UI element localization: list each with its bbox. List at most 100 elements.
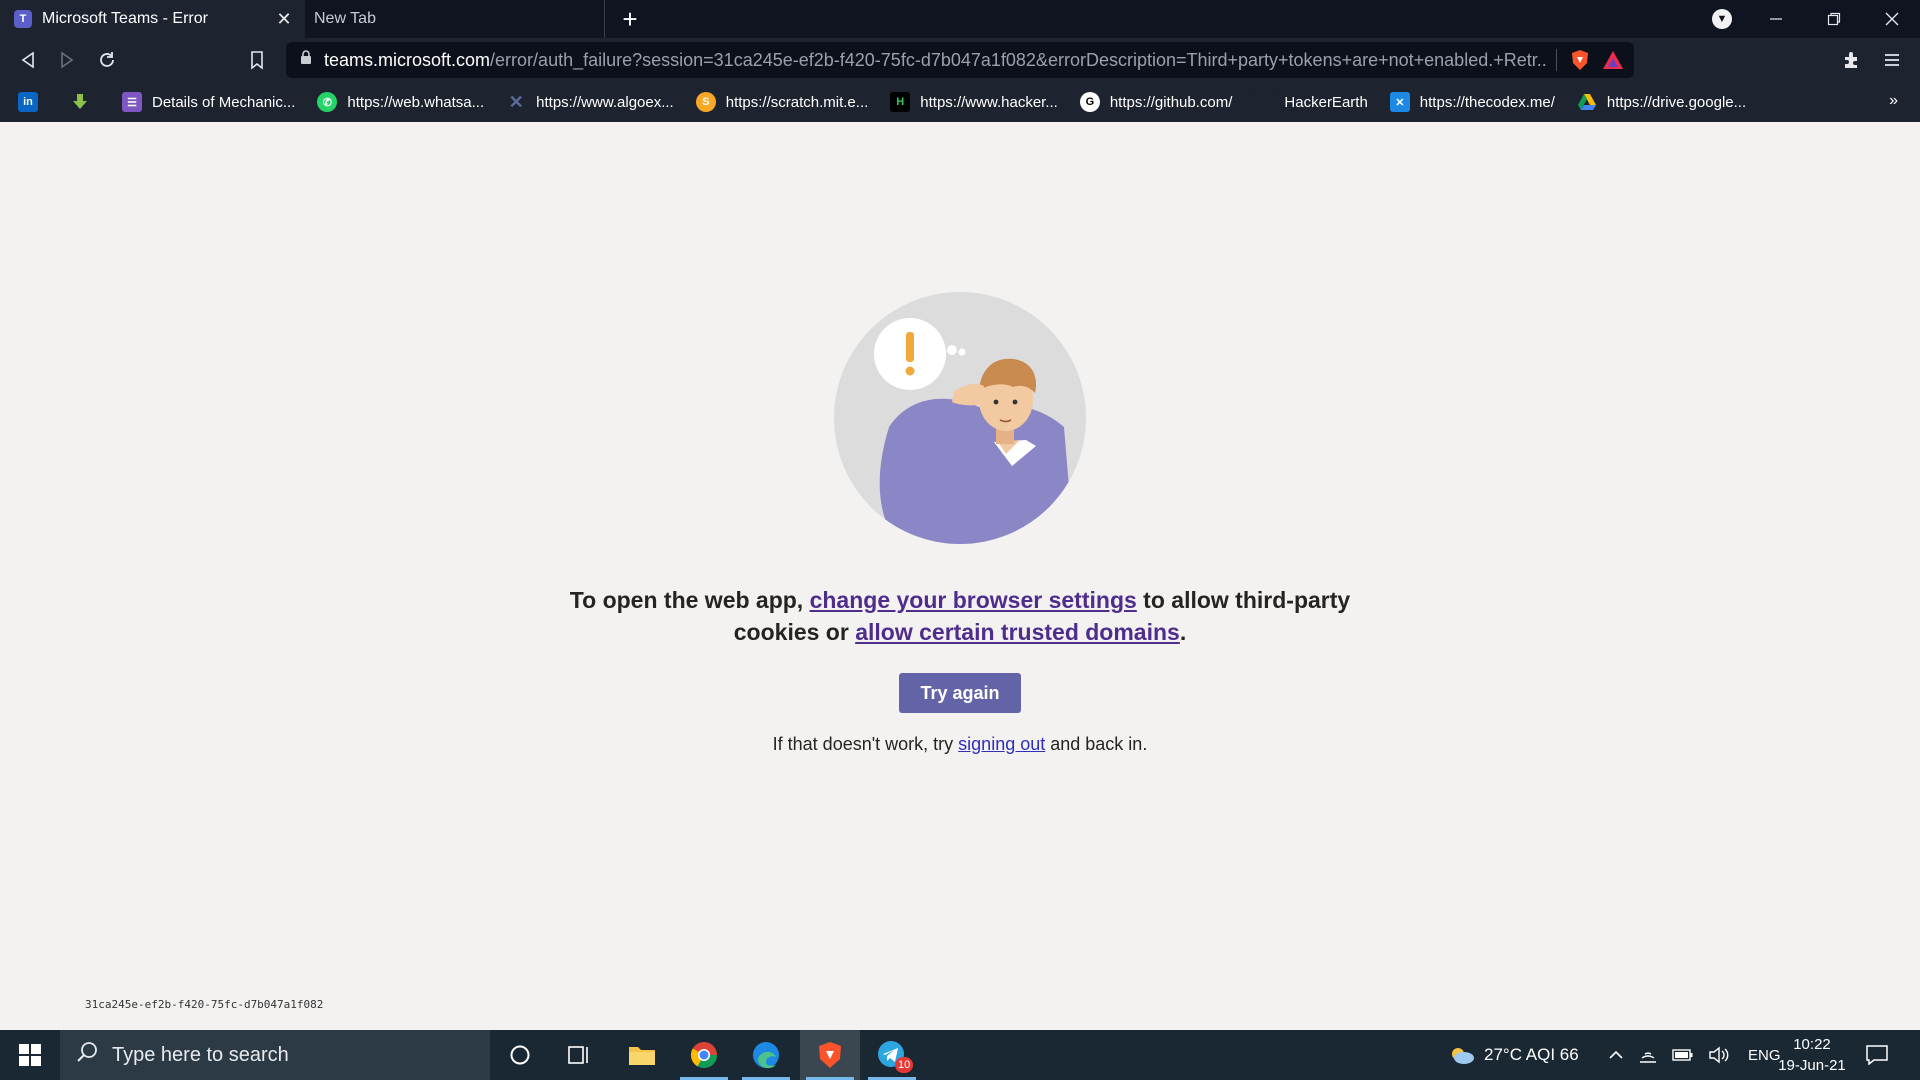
lock-icon[interactable]: [300, 50, 312, 70]
brave-taskbar-button[interactable]: [800, 1030, 860, 1080]
list-icon: ☰: [122, 92, 142, 112]
close-icon: [1885, 12, 1899, 26]
forward-button[interactable]: [53, 46, 81, 74]
whatsapp-icon: ✆: [317, 92, 338, 112]
bookmark-scratch[interactable]: S https://scratch.mit.e...: [695, 92, 869, 112]
taskbar-clock[interactable]: 10:22 19-Jun-21: [1772, 1034, 1852, 1076]
menu-button[interactable]: [1878, 46, 1906, 74]
file-explorer-button[interactable]: [612, 1030, 672, 1080]
bookmark-github[interactable]: G https://github.com/: [1079, 92, 1232, 112]
search-placeholder: Type here to search: [112, 1043, 289, 1066]
signout-hint: If that doesn't work, try signing out an…: [660, 734, 1260, 755]
url-separator: [1555, 49, 1557, 71]
cortana-icon: [510, 1045, 530, 1065]
volume-icon[interactable]: [1708, 1046, 1730, 1064]
chevron-up-icon[interactable]: [1608, 1048, 1624, 1062]
telegram-button[interactable]: 10: [862, 1030, 922, 1080]
algoexpert-icon: ✕: [508, 91, 524, 112]
weather-text: 27°C AQI 66: [1484, 1045, 1579, 1064]
task-view-icon: [568, 1046, 588, 1064]
new-tab-button[interactable]: +: [615, 4, 645, 34]
edge-icon: [753, 1042, 779, 1069]
hackerearth-icon: [1254, 92, 1275, 112]
puzzle-icon: [1845, 52, 1857, 68]
bookmark-google-drive[interactable]: https://drive.google...: [1577, 92, 1746, 112]
cortana-button[interactable]: [490, 1030, 550, 1080]
brave-shields-icon[interactable]: [1567, 47, 1593, 73]
bookmark-label: https://www.algoex...: [536, 93, 674, 111]
close-icon[interactable]: ✕: [271, 6, 297, 32]
chrome-button[interactable]: [674, 1030, 734, 1080]
restore-button[interactable]: [1806, 0, 1862, 38]
tab-microsoft-teams[interactable]: T Microsoft Teams - Error ✕: [0, 0, 305, 38]
message-text: To open the web app,: [569, 587, 810, 613]
address-bar[interactable]: teams.microsoft.com/error/auth_failure?s…: [286, 42, 1634, 78]
bookmark-linkedin[interactable]: in: [18, 92, 48, 112]
windows-taskbar: Type here to search 10 27°C AQI 66 ENG 1…: [0, 1030, 1920, 1080]
forward-icon: [61, 51, 74, 69]
network-icon[interactable]: [1638, 1046, 1658, 1064]
brave-icon: [819, 1042, 841, 1068]
bookmark-algoexpert[interactable]: ✕ https://www.algoex...: [506, 92, 674, 112]
bookmark-details-of-mechanic[interactable]: ☰ Details of Mechanic...: [122, 92, 295, 112]
extensions-button[interactable]: [1838, 46, 1866, 74]
back-button[interactable]: [14, 46, 42, 74]
weather-widget[interactable]: 27°C AQI 66: [1448, 1030, 1579, 1080]
tab-title: Microsoft Teams - Error: [42, 10, 208, 27]
bookmark-hackerearth[interactable]: HackerEarth: [1254, 92, 1368, 112]
tab-title: New Tab: [314, 10, 376, 27]
bookmarks-overflow-button[interactable]: »: [1889, 92, 1898, 110]
clock-time: 10:22: [1793, 1036, 1831, 1053]
bookmark-label: HackerEarth: [1284, 93, 1368, 111]
restore-icon: [1827, 12, 1841, 26]
battery-icon[interactable]: [1672, 1048, 1694, 1062]
reload-button[interactable]: [93, 46, 121, 74]
url-host: teams.microsoft.com: [324, 49, 491, 70]
action-center-button[interactable]: [1862, 1040, 1892, 1070]
tab-new-tab[interactable]: New Tab: [305, 0, 605, 38]
search-icon: [76, 1041, 98, 1069]
error-message: To open the web app, change your browser…: [560, 584, 1360, 648]
reload-icon: [100, 52, 114, 67]
bookmark-download[interactable]: [70, 92, 100, 112]
chrome-icon: [690, 1042, 718, 1069]
teams-icon: T: [14, 10, 32, 28]
bookmark-label: https://scratch.mit.e...: [725, 93, 869, 111]
bookmark-hackerrank[interactable]: H https://www.hacker...: [890, 92, 1058, 112]
url-text[interactable]: teams.microsoft.com/error/auth_failure?s…: [324, 50, 1546, 71]
download-icon: [70, 92, 90, 112]
allow-trusted-domains-link[interactable]: allow certain trusted domains: [855, 619, 1180, 645]
minimize-button[interactable]: [1748, 0, 1804, 38]
back-icon: [21, 51, 34, 69]
bookmark-label: Details of Mechanic...: [152, 93, 296, 111]
try-again-button[interactable]: Try again: [899, 673, 1021, 713]
task-view-button[interactable]: [550, 1030, 610, 1080]
profile-menu-icon[interactable]: ▼: [1712, 9, 1732, 29]
session-id: 31ca245e-ef2b-f420-75fc-d7b047a1f082: [85, 998, 324, 1011]
bookmark-whatsapp[interactable]: ✆ https://web.whatsa...: [317, 92, 484, 112]
hamburger-icon: [1885, 54, 1899, 66]
minimize-icon: [1770, 18, 1782, 20]
browser-toolbar: teams.microsoft.com/error/auth_failure?s…: [0, 38, 1920, 82]
bookmark-button[interactable]: [243, 46, 271, 74]
hackerrank-icon: H: [890, 92, 911, 112]
signing-out-link[interactable]: signing out: [958, 734, 1045, 754]
weather-icon: [1452, 1048, 1474, 1064]
close-window-button[interactable]: [1864, 0, 1920, 38]
bookmark-label: https://web.whatsa...: [347, 93, 485, 111]
edge-button[interactable]: [736, 1030, 796, 1080]
change-browser-settings-link[interactable]: change your browser settings: [810, 587, 1137, 613]
taskbar-search-input[interactable]: Type here to search: [60, 1030, 490, 1080]
url-path: /error/auth_failure?session=31ca245e-ef2…: [490, 49, 1546, 70]
start-button[interactable]: [0, 1030, 60, 1080]
browser-tab-bar: T Microsoft Teams - Error ✕ New Tab + ▼: [0, 0, 1920, 38]
bookmark-thecodex[interactable]: ✕ https://thecodex.me/: [1389, 92, 1555, 112]
google-drive-icon: [1577, 92, 1597, 112]
hint-text: and back in.: [1045, 734, 1148, 754]
brave-rewards-icon[interactable]: [1600, 47, 1626, 73]
confused-person-illustration: [834, 292, 1086, 544]
bookmarks-bar: in ☰ Details of Mechanic... ✆ https://we…: [0, 82, 1920, 122]
bookmark-label: https://thecodex.me/: [1419, 93, 1555, 111]
notification-badge: 10: [895, 1057, 914, 1073]
windows-icon: [19, 1044, 41, 1066]
